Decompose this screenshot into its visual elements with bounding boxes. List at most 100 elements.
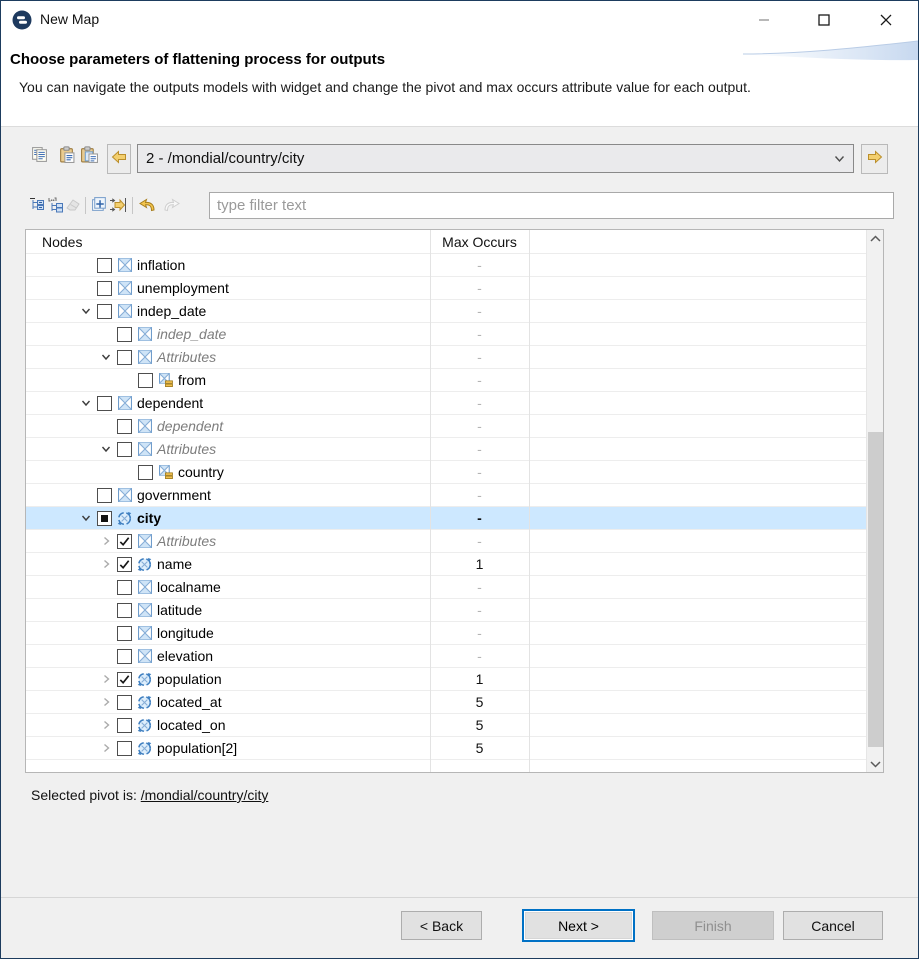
tree-row[interactable]: Attributes - [26,346,866,369]
chevron-down-icon[interactable] [78,304,94,318]
row-checkbox[interactable] [117,740,132,756]
max-occurs-value[interactable]: - [430,464,529,480]
max-occurs-value[interactable]: - [430,648,529,664]
paste-structure-icon[interactable] [80,146,98,164]
max-occurs-value[interactable]: - [430,510,529,526]
scrollbar-down-button[interactable] [867,755,884,772]
max-occurs-value[interactable]: - [430,372,529,388]
max-occurs-value[interactable]: - [430,280,529,296]
pivot-link[interactable]: /mondial/country/city [141,787,269,803]
back-button[interactable]: < Back [401,911,482,940]
row-checkbox[interactable] [117,602,132,618]
undo-icon[interactable] [138,196,156,214]
next-output-button[interactable] [861,144,888,174]
max-occurs-value[interactable]: - [430,349,529,365]
tree-row[interactable]: longitude - [26,622,866,645]
next-button[interactable]: Next > [525,912,632,939]
tree-row[interactable]: indep_date - [26,323,866,346]
max-occurs-value[interactable]: - [430,441,529,457]
row-checkbox[interactable] [117,717,132,733]
row-checkbox[interactable] [117,418,132,434]
set-pivot-icon[interactable] [109,196,127,214]
chevron-right-icon[interactable] [98,718,114,732]
row-checkbox[interactable] [97,257,112,273]
row-checkbox[interactable] [117,579,132,595]
chevron-right-icon[interactable] [98,741,114,755]
previous-output-button[interactable] [107,144,131,174]
row-checkbox[interactable] [97,510,112,526]
column-header-max-occurs[interactable]: Max Occurs [430,230,529,254]
max-occurs-value[interactable]: - [430,625,529,641]
chevron-right-icon[interactable] [98,534,114,548]
cancel-button[interactable]: Cancel [783,911,883,940]
title-bar[interactable]: New Map [1,1,918,39]
chevron-right-icon[interactable] [98,557,114,571]
max-occurs-value[interactable]: - [430,487,529,503]
tree-row[interactable]: population[2] 5 [26,737,866,760]
max-occurs-value[interactable]: - [430,395,529,411]
tree-row[interactable]: country - [26,461,866,484]
paste-icon[interactable] [58,146,76,164]
chevron-down-icon[interactable] [98,442,114,456]
chevron-right-icon[interactable] [98,672,114,686]
chevron-right-icon[interactable] [98,695,114,709]
max-occurs-value[interactable]: - [430,533,529,549]
tree-row[interactable]: inflation - [26,254,866,277]
collapse-all-icon[interactable] [29,196,47,214]
tree-row[interactable]: Attributes - [26,530,866,553]
row-checkbox[interactable] [117,671,132,687]
max-occurs-value[interactable]: - [430,326,529,342]
row-checkbox[interactable] [138,464,153,480]
vertical-scrollbar[interactable] [866,230,883,772]
scrollbar-thumb[interactable] [868,432,883,747]
tree-row[interactable]: population 1 [26,668,866,691]
max-occurs-value[interactable]: - [430,418,529,434]
row-checkbox[interactable] [97,303,112,319]
filter-input[interactable] [209,192,894,219]
tree-row[interactable]: located_at 5 [26,691,866,714]
expand-levels-icon[interactable] [47,196,65,214]
tree-row[interactable]: from - [26,369,866,392]
max-occurs-value[interactable]: - [430,579,529,595]
tree-row[interactable]: name 1 [26,553,866,576]
max-occurs-value[interactable]: - [430,602,529,618]
tree-row[interactable]: latitude - [26,599,866,622]
max-occurs-value[interactable]: - [430,257,529,273]
expand-node-icon[interactable] [91,196,109,214]
row-checkbox[interactable] [138,372,153,388]
row-checkbox[interactable] [97,487,112,503]
scrollbar-up-button[interactable] [867,230,884,247]
tree-row[interactable]: elevation - [26,645,866,668]
tree-row[interactable]: localname - [26,576,866,599]
row-checkbox[interactable] [117,326,132,342]
max-occurs-value[interactable]: 5 [430,740,529,756]
output-selector-combo[interactable]: 2 - /mondial/country/city [137,144,854,173]
row-checkbox[interactable] [117,349,132,365]
tree-row[interactable]: city - [26,507,866,530]
max-occurs-value[interactable]: 1 [430,556,529,572]
row-checkbox[interactable] [117,648,132,664]
row-checkbox[interactable] [117,533,132,549]
chevron-down-icon[interactable] [78,396,94,410]
tree-row[interactable]: unemployment - [26,277,866,300]
row-checkbox[interactable] [97,395,112,411]
row-checkbox[interactable] [117,441,132,457]
max-occurs-value[interactable]: 5 [430,694,529,710]
chevron-down-icon[interactable] [78,511,94,525]
tree-row[interactable]: dependent - [26,415,866,438]
copy-icon[interactable] [31,146,49,164]
tree-row[interactable]: indep_date - [26,300,866,323]
chevron-down-icon[interactable] [832,152,847,171]
tree-row[interactable]: Attributes - [26,438,866,461]
column-header-nodes[interactable]: Nodes [42,230,82,254]
max-occurs-value[interactable]: - [430,303,529,319]
tree-row[interactable]: dependent - [26,392,866,415]
row-checkbox[interactable] [117,625,132,641]
chevron-down-icon[interactable] [98,350,114,364]
tree-row[interactable]: government - [26,484,866,507]
close-button[interactable] [863,1,909,39]
minimize-button[interactable] [741,1,787,39]
max-occurs-value[interactable]: 1 [430,671,529,687]
row-checkbox[interactable] [117,694,132,710]
row-checkbox[interactable] [97,280,112,296]
